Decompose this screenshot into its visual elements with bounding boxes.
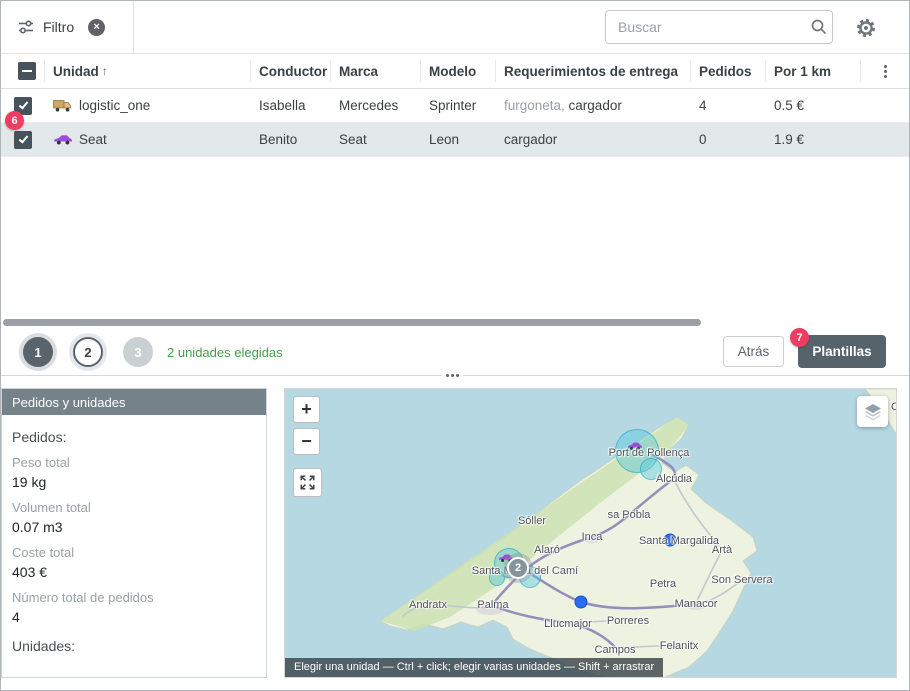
cell-pedidos: 0 (691, 132, 766, 147)
selected-count-badge: 6 (5, 111, 24, 130)
check-icon (18, 133, 28, 143)
zoom-out-button[interactable]: − (293, 428, 320, 455)
cell-por-km: 1.9 € (766, 132, 861, 147)
summary-panel-title: Pedidos y unidades (2, 389, 266, 415)
indeterminate-icon (22, 70, 32, 72)
search-input[interactable] (606, 19, 805, 35)
column-header-unidad[interactable]: Unidad ↑ (45, 60, 251, 82)
horizontal-scrollbar (3, 319, 907, 327)
cell-pedidos: 4 (691, 98, 766, 113)
car-icon (53, 133, 73, 146)
step-1[interactable]: 1 (23, 337, 53, 367)
column-header-menu (861, 60, 909, 82)
step-2[interactable]: 2 (73, 337, 103, 367)
toolbar: Filtro × (1, 1, 909, 54)
table-row[interactable]: logistic_one Isabella Mercedes Sprinter … (1, 89, 909, 123)
map-hint-bar: Elegir una unidad — Ctrl + click; elegir… (285, 658, 663, 677)
search-box (605, 10, 833, 44)
row-checkbox[interactable] (14, 131, 32, 149)
layers-button[interactable] (857, 396, 888, 427)
column-header-marca[interactable]: Marca (331, 60, 421, 82)
settings-gear-icon[interactable] (854, 16, 878, 40)
overflow-menu-icon[interactable] (884, 65, 887, 78)
sort-asc-icon: ↑ (102, 64, 108, 78)
map-base-layer (285, 389, 897, 678)
column-header-requerimientos[interactable]: Requerimientos de entrega (496, 60, 691, 82)
search-icon[interactable] (805, 18, 832, 36)
order-marker[interactable] (664, 534, 677, 547)
filter-sliders-icon (17, 18, 35, 36)
unit-name: Seat (79, 132, 107, 147)
templates-badge: 7 (790, 328, 809, 347)
fullscreen-button[interactable] (293, 468, 322, 497)
table-header: Unidad ↑ Conductor Marca Modelo Requerim… (1, 54, 909, 89)
vehicle-marker-icon[interactable] (627, 441, 643, 452)
filter-label: Filtro (43, 19, 74, 35)
clear-filter-icon[interactable]: × (88, 19, 105, 36)
app-window: Filtro × Unidad ↑ (0, 0, 910, 691)
map-cluster-marker[interactable]: 2 (507, 557, 529, 579)
cell-marca: Mercedes (331, 98, 421, 113)
stat-coste-total: Coste total 403 € (12, 545, 256, 580)
column-header-por-km[interactable]: Por 1 km (766, 60, 861, 82)
cell-marca: Seat (331, 132, 421, 147)
table-row[interactable]: Seat Benito Seat Leon cargador 0 1.9 € (1, 123, 909, 157)
selection-area-blob (640, 458, 662, 480)
zoom-in-button[interactable]: + (293, 396, 320, 423)
cell-conductor: Benito (251, 132, 331, 147)
summary-panel: Pedidos y unidades Pedidos: Peso total 1… (1, 388, 267, 678)
column-header-conductor[interactable]: Conductor (251, 60, 331, 82)
divider-drag-handle[interactable] (442, 374, 463, 377)
pedidos-heading: Pedidos: (12, 429, 256, 445)
stat-numero-pedidos: Número total de pedidos 4 (12, 590, 256, 625)
selection-status-text: 2 unidades elegidas (167, 345, 283, 360)
expand-icon (299, 474, 316, 491)
stat-peso-total: Peso total 19 kg (12, 455, 256, 490)
cell-modelo: Sprinter (421, 98, 496, 113)
templates-button[interactable]: Plantillas (798, 335, 886, 368)
cell-requerimientos: cargador (496, 132, 691, 147)
order-marker[interactable] (575, 596, 588, 609)
select-all-checkbox[interactable] (18, 62, 36, 80)
truck-icon (53, 99, 73, 112)
layers-icon (863, 402, 883, 422)
column-header-pedidos[interactable]: Pedidos (691, 60, 766, 82)
stat-volumen-total: Volumen total 0.07 m3 (12, 500, 256, 535)
horizontal-scrollbar-thumb[interactable] (3, 319, 701, 326)
column-header-modelo[interactable]: Modelo (421, 60, 496, 82)
unit-name: logistic_one (79, 98, 150, 113)
cell-por-km: 0.5 € (766, 98, 861, 113)
cell-conductor: Isabella (251, 98, 331, 113)
step-3[interactable]: 3 (123, 337, 153, 367)
selection-area-blob (489, 570, 505, 586)
back-button[interactable]: Atrás (723, 336, 784, 367)
map-canvas[interactable]: 2 Port de Pollença Alcúdia Sóller sa Pob… (284, 388, 897, 678)
cell-modelo: Leon (421, 132, 496, 147)
unidades-heading: Unidades: (12, 638, 256, 654)
cell-requerimientos: furgoneta, cargador (496, 98, 691, 113)
select-all-checkbox-cell (1, 60, 45, 82)
check-icon (18, 99, 28, 109)
filter-button[interactable]: Filtro × (1, 1, 134, 53)
